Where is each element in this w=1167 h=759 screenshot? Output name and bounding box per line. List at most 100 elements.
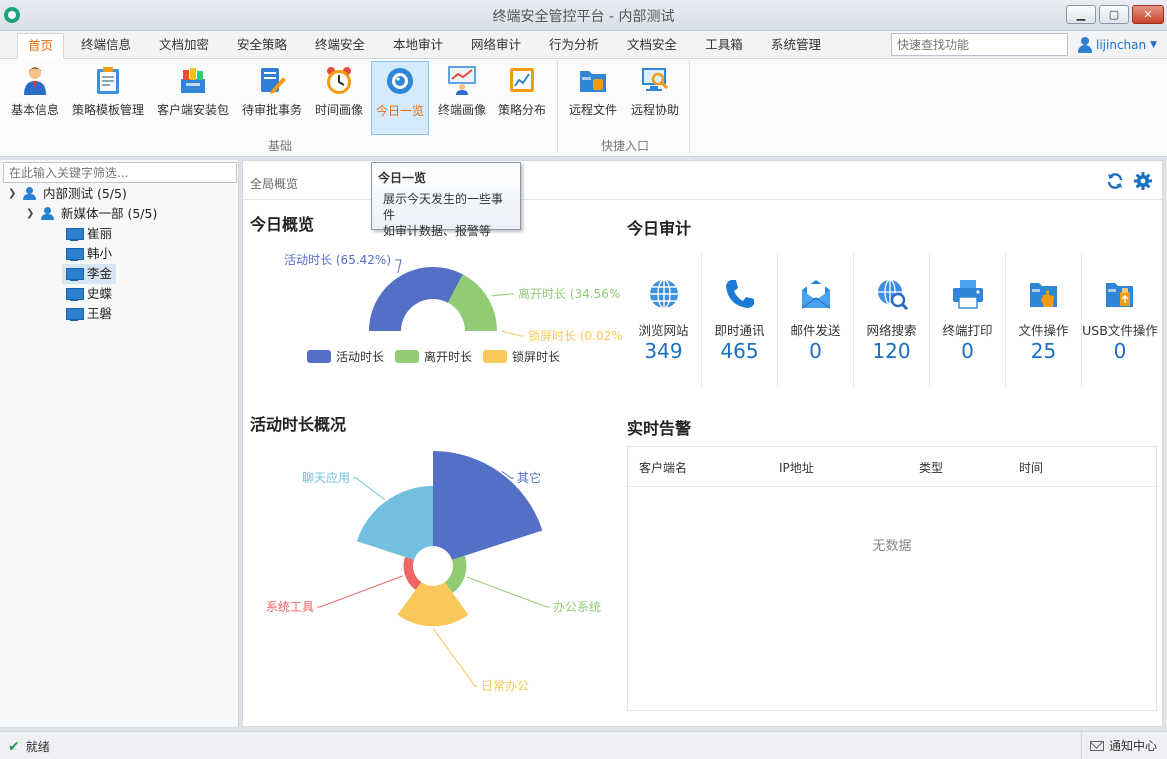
- maximize-button[interactable]: ▢: [1099, 5, 1129, 24]
- audit-label: 终端打印: [942, 323, 993, 338]
- audit-tile-search[interactable]: 网络搜索 120: [854, 253, 930, 387]
- tab-doc-encryption[interactable]: 文档加密: [150, 33, 218, 59]
- audit-label: 邮件发送: [790, 323, 841, 338]
- remote-file-button[interactable]: 远程文件: [564, 61, 622, 135]
- time-profile-label: 时间画像: [314, 103, 363, 117]
- slice-label-line: [491, 293, 514, 297]
- rose-label-line: [317, 575, 404, 608]
- tab-network-audit[interactable]: 网络审计: [462, 33, 530, 59]
- tab-system-management[interactable]: 系统管理: [762, 33, 830, 59]
- remote-assist-label: 远程协助: [630, 103, 679, 117]
- column-header-ip[interactable]: IP地址: [779, 459, 814, 476]
- today-overview-button[interactable]: 今日一览: [371, 61, 429, 135]
- audit-tile-browse[interactable]: 浏览网站 349: [626, 253, 702, 387]
- user-group-icon: [40, 207, 56, 221]
- audit-label: 网络搜索: [866, 323, 917, 338]
- terminal-profile-button[interactable]: 终端画像: [432, 61, 492, 135]
- tab-home[interactable]: 首页: [17, 33, 64, 59]
- refresh-icon[interactable]: [1106, 172, 1124, 190]
- tree-node-user[interactable]: 韩小: [64, 244, 114, 264]
- status-indicator: ✔ 就绪: [8, 738, 50, 755]
- rose-label: 办公系统: [553, 599, 601, 614]
- audit-tile-usb[interactable]: USB文件操作 0: [1082, 253, 1158, 387]
- close-icon: ✕: [1143, 8, 1153, 21]
- breadcrumb: 全局概览: [250, 177, 299, 191]
- minimize-button[interactable]: ▁: [1066, 5, 1096, 24]
- pending-approval-button[interactable]: 待审批事务: [238, 61, 306, 135]
- audit-tile-im[interactable]: 即时通讯 465: [702, 253, 778, 387]
- slice-label: 锁屏时长 (0.02%: [528, 328, 623, 343]
- user-name: lijinchan: [1096, 38, 1147, 52]
- settings-gear-icon[interactable]: [1134, 172, 1152, 190]
- tree-node-root[interactable]: ❯ 内部测试 (5/5): [8, 184, 127, 204]
- column-header-time[interactable]: 时间: [1019, 459, 1043, 476]
- legend-label-locked: 锁屏时长: [512, 349, 560, 364]
- phone-icon: [725, 280, 754, 308]
- tab-local-audit[interactable]: 本地审计: [384, 33, 452, 59]
- audit-label: 浏览网站: [638, 323, 689, 338]
- legend-swatch-active: [307, 350, 331, 363]
- audit-value: 0: [1113, 339, 1127, 363]
- activity-title: 活动时长概况: [250, 415, 347, 434]
- tooltip-line: 如审计数据、报警等: [383, 224, 492, 238]
- remote-assist-button[interactable]: 远程协助: [626, 61, 684, 135]
- tree-node-user[interactable]: 崔丽: [64, 224, 114, 244]
- notification-center-label: 通知中心: [1108, 739, 1157, 753]
- tab-terminal-info[interactable]: 终端信息: [72, 33, 140, 59]
- tab-terminal-security[interactable]: 终端安全: [306, 33, 374, 59]
- audit-tile-print[interactable]: 终端打印 0: [930, 253, 1006, 387]
- quick-search-input[interactable]: [891, 33, 1068, 56]
- tree-node-user[interactable]: 王磐: [64, 304, 114, 324]
- ribbon-divider: [689, 61, 690, 153]
- notification-center-button[interactable]: 通知中心: [1080, 732, 1157, 759]
- rose-slice[interactable]: [403, 556, 422, 590]
- rose-slice[interactable]: [397, 582, 469, 627]
- tree-node-user-selected[interactable]: 李金: [62, 264, 117, 284]
- approval-icon: [261, 68, 286, 94]
- rose-slice[interactable]: [433, 451, 543, 560]
- ribbon-toolbar: 基本信息 策略模板管理 客户端安装包 待审批事务 时间画像 今日一览 终端画像 …: [0, 59, 1167, 157]
- today-overview-label: 今日一览: [375, 104, 424, 118]
- chevron-down-icon[interactable]: ❯: [26, 204, 40, 224]
- close-button[interactable]: ✕: [1132, 5, 1164, 24]
- basic-info-button[interactable]: 基本信息: [4, 61, 66, 135]
- column-header-client[interactable]: 客户端名: [639, 459, 687, 476]
- menu-bar: 首页 终端信息 文档加密 安全策略 终端安全 本地审计 网络审计 行为分析 文档…: [0, 31, 1167, 59]
- tab-behavior-analysis[interactable]: 行为分析: [540, 33, 608, 59]
- audit-tile-file[interactable]: 文件操作 25: [1006, 253, 1082, 387]
- policy-template-button[interactable]: 策略模板管理: [68, 61, 148, 135]
- tree-filter-input[interactable]: [3, 162, 237, 183]
- minimize-icon: ▁: [1076, 8, 1086, 21]
- audit-tile-mail[interactable]: 邮件发送 0: [778, 253, 854, 387]
- policy-distribution-label: 策略分布: [497, 103, 546, 117]
- tree-node-department[interactable]: ❯ 新媒体一部 (5/5): [26, 204, 157, 224]
- ribbon-divider: [557, 61, 558, 153]
- tab-doc-security[interactable]: 文档安全: [618, 33, 686, 59]
- tree-node-label: 王磐: [87, 306, 113, 321]
- tab-security-policy[interactable]: 安全策略: [228, 33, 296, 59]
- audit-title: 今日审计: [627, 219, 692, 238]
- window-title: 终端安全管控平台 - 内部测试: [492, 9, 675, 25]
- client-installer-button[interactable]: 客户端安装包: [153, 61, 233, 135]
- computer-icon: [66, 307, 84, 321]
- tree-node-label: 韩小: [87, 246, 113, 261]
- chevron-down-icon[interactable]: ❯: [8, 184, 22, 204]
- policy-distribution-button[interactable]: 策略分布: [494, 61, 550, 135]
- tooltip-line: 展示今天发生的一些事件: [383, 192, 504, 222]
- user-menu[interactable]: lijinchan ▼: [1078, 36, 1157, 54]
- monitor-search-icon: [642, 68, 669, 91]
- column-header-type[interactable]: 类型: [919, 459, 943, 476]
- tree-node-user[interactable]: 史蝶: [64, 284, 114, 304]
- alarm-clock-icon: [327, 67, 351, 94]
- status-bar: ✔ 就绪 通知中心: [0, 731, 1167, 759]
- tab-toolbox[interactable]: 工具箱: [696, 33, 752, 59]
- donut-slice[interactable]: [369, 267, 463, 331]
- rose-label: 系统工具: [266, 600, 314, 614]
- time-profile-button[interactable]: 时间画像: [310, 61, 368, 135]
- user-icon: [1078, 37, 1092, 53]
- today-overview-chart: 活动时长 (65.42%) 离开时长 (34.56% 锁屏时长 (0.02% 活动时…: [284, 253, 623, 364]
- organization-tree-panel: ❯ 内部测试 (5/5) ❯ 新媒体一部 (5/5) 崔丽 韩小 李金 史蝶 王…: [0, 160, 239, 727]
- rose-slice[interactable]: [356, 485, 433, 560]
- legend-label-away: 离开时长: [424, 349, 472, 364]
- status-text: 就绪: [25, 740, 50, 754]
